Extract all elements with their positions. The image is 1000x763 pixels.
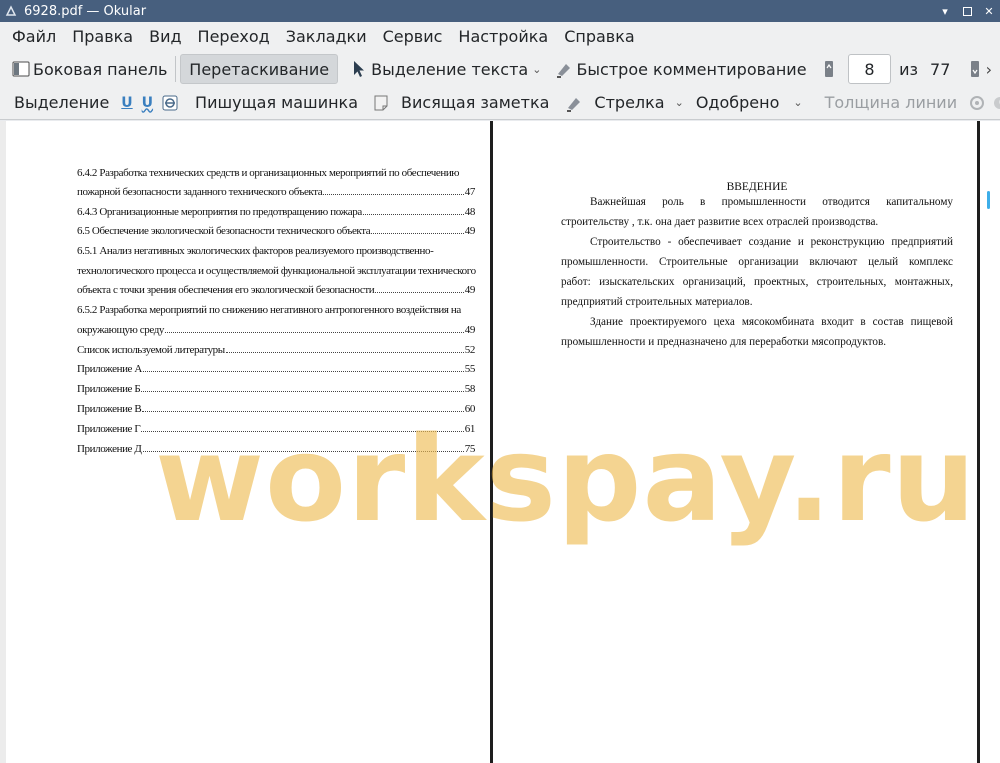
line-width-label: Толщина линии xyxy=(824,93,958,112)
typewriter-label: Пишущая машинка xyxy=(195,93,359,112)
toc-entry: 6.4.3 Организационные мероприятия по пре… xyxy=(77,206,475,218)
strikeout-icon[interactable] xyxy=(162,94,178,112)
highlight-tool-label: Выделение xyxy=(14,93,110,112)
line-width-button[interactable]: Толщина линии xyxy=(821,88,962,118)
title-bar: 6928.pdf — Okular ▾ ✕ xyxy=(0,0,1000,22)
sticky-note-label: Висящая заметка xyxy=(401,93,550,112)
paragraph-line: промышленности. Строительные организации… xyxy=(561,256,953,268)
paragraph-line: Важнейшая роль в промышленности отводитс… xyxy=(590,196,953,208)
scrollbar-handle[interactable] xyxy=(987,191,990,209)
chevron-down-icon[interactable]: ⌄ xyxy=(793,96,802,109)
browse-tool-label: Перетаскивание xyxy=(189,59,330,79)
toc-entry: 6.5.2 Разработка мероприятий по снижению… xyxy=(77,304,461,316)
text-selection-button[interactable]: Выделение текста ⌄ xyxy=(346,54,545,84)
highlighter-icon xyxy=(555,60,573,78)
section-heading: ВВЕДЕНИЕ xyxy=(726,181,788,193)
close-icon[interactable]: ✕ xyxy=(978,0,1000,22)
maximize-icon[interactable] xyxy=(956,0,978,22)
underline-icon[interactable]: U xyxy=(121,94,132,112)
annotation-toolbar: Выделение U U Пишущая машинка Висящая за… xyxy=(0,86,1000,120)
quick-annotation-button[interactable]: Быстрое комментирование xyxy=(551,54,810,84)
toc-entry: Приложение Д 75 xyxy=(77,443,475,455)
next-page-icon[interactable] xyxy=(966,60,982,78)
toc-entry: 6.5.1 Анализ негативных экологических фа… xyxy=(77,245,434,257)
page-total: 77 xyxy=(930,59,951,79)
menu-tools[interactable]: Сервис xyxy=(375,22,451,52)
paragraph-line: Строительство - обеспечивает создание и … xyxy=(590,236,953,248)
squiggle-icon[interactable]: U xyxy=(142,94,153,112)
main-toolbar: Боковая панель Перетаскивание Выделение … xyxy=(0,52,1000,86)
sidebar-label: Боковая панель xyxy=(33,59,168,79)
menu-bookmarks[interactable]: Закладки xyxy=(278,22,375,52)
text-selection-label: Выделение текста xyxy=(371,59,529,79)
previous-page-icon[interactable] xyxy=(821,60,837,78)
toc-entry: 6.5 Обеспечение экологической безопаснос… xyxy=(77,225,475,237)
document-view[interactable]: 6.4.2 Разработка технических средств и о… xyxy=(0,121,1000,763)
color-icon[interactable] xyxy=(969,94,985,112)
pdf-page-right: ВВЕДЕНИЕ Важнейшая роль в промышленности… xyxy=(493,121,977,763)
menu-edit[interactable]: Правка xyxy=(64,22,141,52)
arrow-tool-label: Стрелка xyxy=(594,93,665,112)
okular-icon xyxy=(4,4,18,18)
pen-icon xyxy=(565,94,583,112)
chevron-down-icon[interactable]: ⌄ xyxy=(532,63,541,76)
sticky-note-icon xyxy=(372,94,390,112)
menu-go[interactable]: Переход xyxy=(190,22,278,52)
sidebar-button[interactable]: Боковая панель xyxy=(8,54,171,84)
paragraph-line: работ: изыскательских организаций, проек… xyxy=(561,276,953,288)
minimize-icon[interactable]: ▾ xyxy=(934,0,956,22)
menu-file[interactable]: Файл xyxy=(4,22,64,52)
toc-entry: Приложение А 55 xyxy=(77,363,475,375)
cursor-icon xyxy=(350,60,368,78)
paragraph-line: промышленности и предназначено для перер… xyxy=(561,336,887,348)
toc-entry: технологического процесса и осуществляем… xyxy=(77,265,476,277)
toc-entry: окружающую среду 49 xyxy=(77,324,475,336)
toolbar-overflow-icon[interactable]: › xyxy=(986,60,992,79)
stamp-label: Одобрено xyxy=(695,93,780,112)
toc-entry: пожарной безопасности заданного техничес… xyxy=(77,186,475,198)
menu-view[interactable]: Вид xyxy=(141,22,189,52)
toc-entry: объекта с точки зрения обеспечения его э… xyxy=(77,284,475,296)
paragraph-line: Здание проектируемого цеха мясокомбината… xyxy=(590,316,953,328)
toc-entry: Приложение Г 61 xyxy=(77,423,475,435)
window-title: 6928.pdf — Okular xyxy=(24,3,147,19)
menu-bar: Файл Правка Вид Переход Закладки Сервис … xyxy=(0,22,1000,52)
paragraph-line: предприятий строительных материалов. xyxy=(561,296,753,308)
toc-entry: Приложение Б 58 xyxy=(77,383,475,395)
sticky-note-button[interactable]: Висящая заметка xyxy=(368,88,553,118)
typewriter-button[interactable]: Пишущая машинка xyxy=(191,88,362,118)
quick-annotation-label: Быстрое комментирование xyxy=(576,59,807,79)
pdf-page-left: 6.4.2 Разработка технических средств и о… xyxy=(6,121,490,763)
highlight-tool-button[interactable]: Выделение xyxy=(10,88,113,118)
stamp-button[interactable]: Одобрено ⌄ xyxy=(692,88,807,118)
toc-entry: 6.4.2 Разработка технических средств и о… xyxy=(77,167,460,179)
page-of-label: из xyxy=(899,59,919,79)
paragraph-line: строительству , т.к. она дает развитие в… xyxy=(561,216,879,228)
page-number-input[interactable]: 8 xyxy=(847,54,892,84)
menu-settings[interactable]: Настройка xyxy=(450,22,556,52)
menu-help[interactable]: Справка xyxy=(556,22,643,52)
toc-entry: Список используемой литературы 52 xyxy=(77,344,475,356)
chevron-down-icon[interactable]: ⌄ xyxy=(675,96,684,109)
toolbar-separator xyxy=(175,56,177,82)
toc-entry: Приложение В 60 xyxy=(77,403,475,415)
browse-tool-button[interactable]: Перетаскивание xyxy=(180,54,339,84)
vertical-scrollbar[interactable] xyxy=(980,121,1000,763)
arrow-tool-button[interactable]: Стрелка ⌄ xyxy=(561,88,687,118)
opacity-icon[interactable] xyxy=(992,94,1000,112)
sidebar-icon xyxy=(12,60,30,78)
